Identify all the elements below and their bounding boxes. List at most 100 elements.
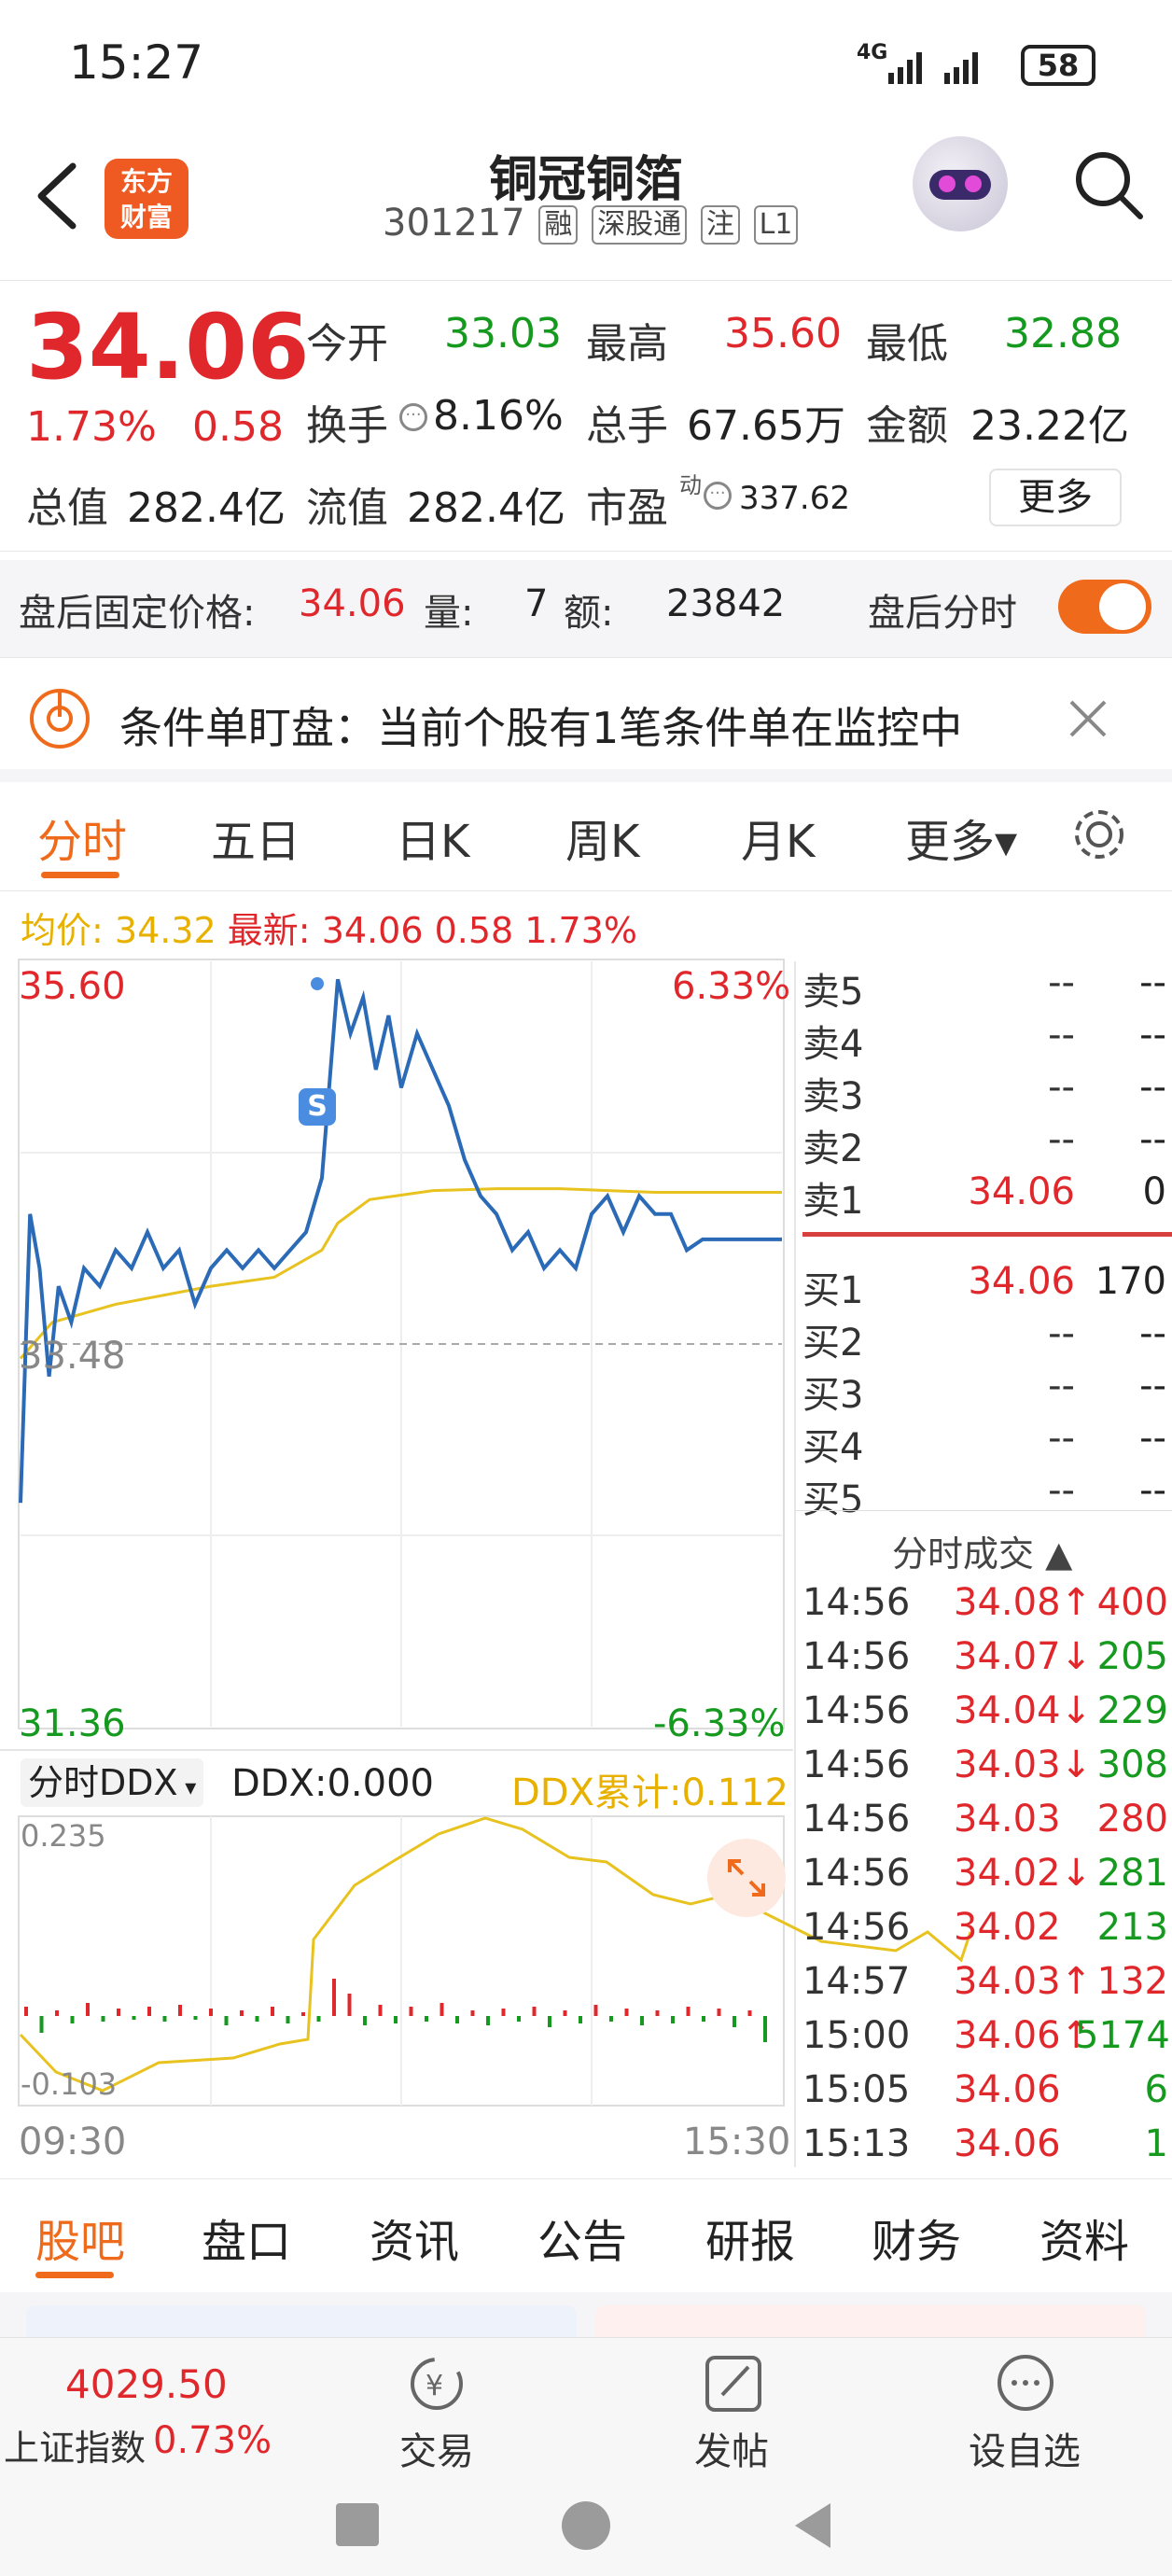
expand-icon bbox=[728, 1859, 765, 1897]
ddx-bar bbox=[717, 2009, 721, 2016]
bid-label: 买4 bbox=[802, 1426, 864, 1469]
ddx-bar bbox=[409, 2007, 413, 2016]
toggle-knob bbox=[1099, 583, 1146, 630]
bid-label: 买1 bbox=[802, 1269, 864, 1312]
bid-price: -- bbox=[1048, 1312, 1075, 1355]
after-hours-amt: 23842 bbox=[666, 582, 786, 625]
tab-intraday[interactable]: 分时 bbox=[37, 805, 127, 870]
trade-price: 34.06↑ bbox=[954, 2014, 1093, 2057]
pe-value: 337.62 bbox=[739, 480, 850, 517]
bid-label: 买3 bbox=[802, 1374, 864, 1417]
ddx-bar bbox=[517, 2016, 521, 2022]
ask-price: 34.06 bbox=[968, 1170, 1075, 1213]
watchlist-label[interactable]: 设自选 bbox=[969, 2421, 1081, 2475]
ddx-bar bbox=[286, 2016, 290, 2023]
ask-volume: -- bbox=[1139, 1118, 1166, 1161]
trade-time: 14:56 bbox=[802, 1581, 911, 1624]
ddx-bar bbox=[486, 2016, 490, 2025]
bid-volume: -- bbox=[1139, 1469, 1166, 1512]
tab-research[interactable]: 研报 bbox=[705, 2205, 795, 2270]
nav-home-icon[interactable] bbox=[562, 2501, 610, 2550]
sell-signal-text: S bbox=[307, 1090, 328, 1123]
info-icon[interactable]: ··· bbox=[399, 403, 427, 431]
index-pct: 0.73% bbox=[153, 2419, 272, 2462]
bid-label: 买2 bbox=[802, 1322, 864, 1365]
stock-code-row: 301217 融 深股通 注 L1 bbox=[383, 202, 799, 245]
tab-more[interactable]: 更多▾ bbox=[905, 805, 1017, 870]
expand-button[interactable] bbox=[707, 1839, 786, 1917]
tag-level1[interactable]: L1 bbox=[753, 205, 799, 245]
tab-finance[interactable]: 财务 bbox=[872, 2205, 961, 2270]
ddx-bar bbox=[702, 2016, 705, 2022]
ddx-bar bbox=[747, 2010, 752, 2016]
nav-back-icon[interactable] bbox=[789, 2499, 838, 2552]
ask-label: 卖3 bbox=[802, 1075, 864, 1118]
tab-weekly-k[interactable]: 周K bbox=[565, 805, 639, 870]
chart-bottom-pct: -6.33% bbox=[653, 1702, 786, 1745]
current-price: 34.06 bbox=[26, 295, 310, 399]
sell-signal-marker[interactable]: S bbox=[299, 1088, 336, 1126]
ddx-bar bbox=[563, 2010, 567, 2016]
ddx-bar bbox=[332, 1979, 336, 2016]
tab-monthly-k[interactable]: 月K bbox=[741, 805, 815, 870]
tab-handicap[interactable]: 盘口 bbox=[202, 2205, 291, 2270]
ddx-bar bbox=[224, 2016, 229, 2025]
search-icon[interactable] bbox=[1071, 147, 1146, 222]
high-point-marker bbox=[311, 977, 324, 990]
ddx-bars bbox=[24, 1979, 767, 2042]
low-value: 32.88 bbox=[1004, 310, 1122, 357]
ask-label: 卖4 bbox=[802, 1023, 864, 1066]
divider-band bbox=[0, 769, 1172, 782]
post-label[interactable]: 发帖 bbox=[694, 2421, 769, 2475]
low-label: 最低 bbox=[866, 320, 948, 368]
turnover-label: 换手 bbox=[306, 402, 388, 450]
ddx-bar bbox=[378, 2005, 383, 2016]
ask-label: 卖5 bbox=[802, 971, 864, 1014]
bid-volume: 170 bbox=[1095, 1260, 1166, 1303]
ddx-bar bbox=[394, 2016, 398, 2023]
more-button[interactable]: 更多 bbox=[989, 469, 1122, 526]
time-end: 15:30 bbox=[683, 2121, 791, 2163]
post-icon[interactable] bbox=[702, 2352, 767, 2414]
close-icon[interactable] bbox=[1067, 698, 1109, 739]
tab-news[interactable]: 资讯 bbox=[370, 2205, 459, 2270]
more-dots-icon[interactable] bbox=[993, 2352, 1058, 2414]
ddx-bar bbox=[470, 2010, 475, 2016]
ddx-bar bbox=[671, 2016, 675, 2023]
high-label: 最高 bbox=[586, 320, 668, 368]
index-value[interactable]: 4029.50 bbox=[65, 2361, 228, 2407]
ddx-bar bbox=[686, 2007, 691, 2016]
ddx-select[interactable]: 分时DDX ▾ bbox=[21, 1758, 204, 1807]
tab-forum[interactable]: 股吧 bbox=[35, 2205, 125, 2270]
ddx-bar bbox=[24, 2007, 28, 2016]
bid-price: -- bbox=[1048, 1469, 1075, 1512]
condition-order-text[interactable]: 条件单盯盘：当前个股有1笔条件单在监控中 bbox=[119, 694, 962, 756]
trade-price: 34.02↓ bbox=[954, 1852, 1093, 1895]
trades-title[interactable]: 分时成交 ▲ bbox=[892, 1525, 1072, 1576]
tag-connect[interactable]: 深股通 bbox=[592, 205, 688, 245]
robot-assistant-icon[interactable] bbox=[913, 136, 1008, 231]
chart-bottom-price: 31.36 bbox=[19, 1702, 126, 1745]
index-name[interactable]: 上证指数 bbox=[4, 2419, 146, 2471]
bid-price: -- bbox=[1048, 1417, 1075, 1460]
bid-label: 买5 bbox=[802, 1478, 864, 1521]
info-icon[interactable]: ··· bbox=[704, 482, 732, 510]
change-percent: 1.73% bbox=[26, 403, 157, 451]
high-value: 35.60 bbox=[724, 310, 842, 357]
tag-margin[interactable]: 融 bbox=[538, 205, 579, 245]
trade-time: 15:00 bbox=[802, 2014, 911, 2057]
tab-profile[interactable]: 资料 bbox=[1039, 2205, 1129, 2270]
after-hours-vol: 7 bbox=[524, 582, 549, 625]
trade-icon[interactable]: ¥ bbox=[403, 2352, 468, 2414]
tab-five-day[interactable]: 五日 bbox=[211, 805, 300, 870]
trade-time: 14:56 bbox=[802, 1635, 911, 1678]
tag-registered[interactable]: 注 bbox=[700, 205, 740, 245]
nav-recents-icon[interactable] bbox=[336, 2503, 379, 2546]
avg-label: 均价: bbox=[21, 910, 104, 951]
gear-icon[interactable] bbox=[1069, 805, 1129, 864]
tab-daily-k[interactable]: 日K bbox=[396, 805, 469, 870]
tab-announcements[interactable]: 公告 bbox=[537, 2205, 627, 2270]
trade-label[interactable]: 交易 bbox=[399, 2421, 474, 2475]
network-label: 4G bbox=[857, 41, 888, 64]
after-hours-price: 34.06 bbox=[299, 582, 406, 625]
